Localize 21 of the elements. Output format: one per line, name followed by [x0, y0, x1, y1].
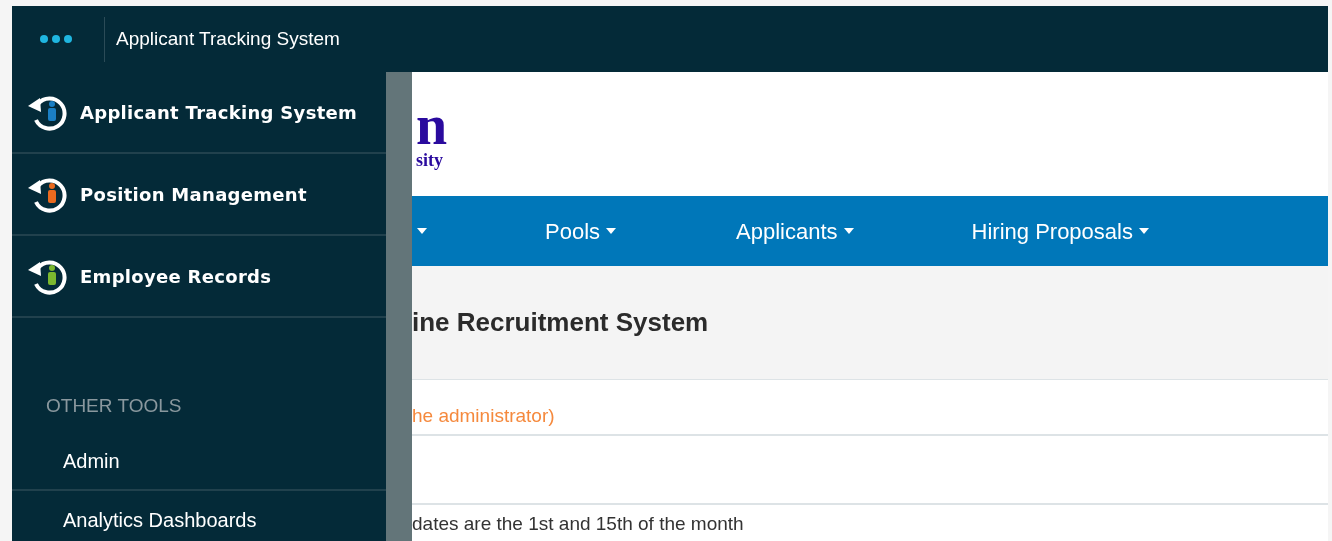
more-icon[interactable] — [39, 34, 73, 44]
app-link[interactable]: Employee Records — [80, 262, 272, 290]
tool-link[interactable]: Admin — [63, 445, 120, 476]
app-link[interactable]: Position Management — [80, 180, 307, 208]
tool-link[interactable]: Analytics Dashboards — [63, 504, 257, 535]
page-title: ine Recruitment System — [412, 306, 709, 339]
scrollbar[interactable] — [386, 72, 412, 541]
caret-icon — [606, 228, 617, 234]
app-title: Applicant Tracking System — [116, 26, 340, 51]
nav-menu[interactable]: Hiring Proposals — [971, 214, 1149, 248]
logo-letter: n — [416, 100, 448, 150]
nav-menu[interactable]: Pools — [545, 214, 617, 248]
info-text: dates are the 1st and 15th of the month — [412, 513, 744, 534]
caret-icon[interactable] — [417, 228, 427, 234]
notice-text: he administrator) — [412, 403, 555, 428]
app-link[interactable]: Applicant Tracking System — [80, 98, 358, 126]
nav-menu[interactable]: Applicants — [736, 214, 854, 248]
section-heading: OTHER TOOLS — [46, 394, 183, 418]
caret-icon — [843, 228, 854, 234]
logo-subtitle: sity — [416, 150, 443, 170]
caret-icon — [1138, 228, 1149, 234]
